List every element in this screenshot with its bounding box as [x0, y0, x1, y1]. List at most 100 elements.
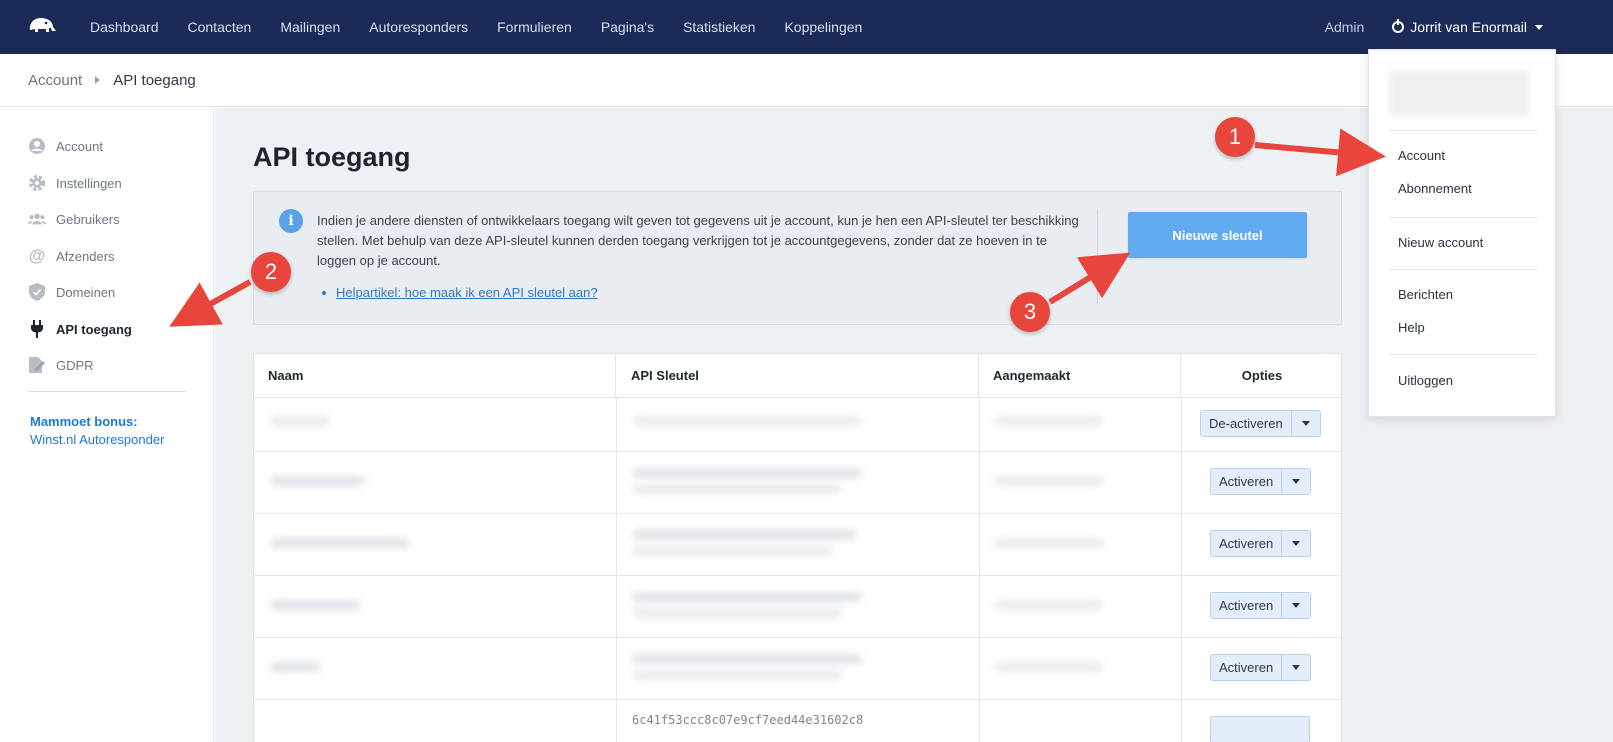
activate-button[interactable]: Activeren: [1211, 593, 1283, 618]
shield-check-icon: [28, 283, 46, 301]
sidebar-item-account[interactable]: Account: [28, 136, 103, 156]
menu-item-uitloggen[interactable]: Uitloggen: [1398, 373, 1453, 388]
top-navigation: Dashboard Contacten Mailingen Autorespon…: [0, 0, 1613, 54]
sidebar-item-api-toegang[interactable]: API toegang: [28, 319, 132, 339]
redacted-key: [632, 416, 862, 426]
sidebar-item-instellingen[interactable]: Instellingen: [28, 173, 122, 193]
sidebar-item-label: Gebruikers: [56, 211, 120, 227]
info-divider: [1097, 210, 1098, 304]
nav-mailingen[interactable]: Mailingen: [280, 19, 340, 35]
annotation-badge-1: 1: [1215, 117, 1255, 157]
redacted-name: [270, 476, 365, 486]
redacted-key: [632, 654, 862, 664]
sidebar-item-label: GDPR: [56, 357, 94, 373]
sidebar-item-label: Afzenders: [56, 248, 115, 264]
annotation-badge-2: 2: [251, 252, 291, 292]
menu-divider: [1389, 130, 1537, 131]
row-divider: [254, 513, 1341, 514]
nav-dashboard[interactable]: Dashboard: [90, 19, 159, 35]
row-divider: [254, 575, 1341, 576]
column-divider: [616, 398, 617, 742]
bonus-link[interactable]: Winst.nl Autoresponder: [30, 432, 164, 447]
sidebar: Account Instellingen Gebruikers @ Afzend…: [0, 108, 214, 742]
menu-item-nieuw-account[interactable]: Nieuw account: [1398, 235, 1483, 250]
redacted-key: [632, 530, 857, 540]
sidebar-item-label: Domeinen: [56, 284, 116, 300]
activate-button[interactable]: Activeren: [1211, 655, 1283, 680]
nav-paginas[interactable]: Pagina's: [601, 19, 654, 35]
help-article-item: Helpartikel: hoe maak ik een API sleutel…: [322, 285, 598, 300]
deactivate-button[interactable]: De-activeren: [1201, 411, 1292, 436]
nav-contacten[interactable]: Contacten: [188, 19, 252, 35]
plug-icon: [28, 320, 46, 338]
sidebar-item-label: Account: [56, 138, 103, 154]
redacted-name: [270, 416, 330, 426]
redacted-key: [632, 592, 862, 602]
page-title: API toegang: [253, 142, 411, 172]
column-header-aangemaakt[interactable]: Aangemaakt: [979, 354, 1181, 398]
users-icon: [28, 210, 46, 228]
info-text: Indien je andere diensten of ontwikkelaa…: [317, 213, 1079, 268]
option-button-group: Activeren: [1210, 468, 1312, 495]
row-divider: [254, 451, 1341, 452]
chevron-down-icon[interactable]: [1282, 469, 1310, 494]
nav-right: Admin Jorrit van Enormail: [1325, 0, 1543, 54]
menu-divider: [1389, 269, 1537, 270]
user-menu[interactable]: Jorrit van Enormail: [1392, 19, 1543, 35]
info-box: i Indien je andere diensten of ontwikkel…: [253, 191, 1342, 325]
redacted-key: [632, 670, 842, 680]
nav-autoresponders[interactable]: Autoresponders: [369, 19, 468, 35]
activate-button[interactable]: Activeren: [1211, 531, 1283, 556]
column-header-api-sleutel[interactable]: API Sleutel: [616, 354, 979, 398]
activate-button[interactable]: Activeren: [1211, 469, 1283, 494]
bonus-title: Mammoet bonus:: [30, 414, 138, 429]
redacted-date: [994, 538, 1104, 548]
menu-item-berichten[interactable]: Berichten: [1398, 287, 1453, 302]
chevron-down-icon[interactable]: [1292, 411, 1320, 436]
nav-formulieren[interactable]: Formulieren: [497, 19, 572, 35]
redacted-user-info: [1389, 70, 1529, 116]
option-button-group: [1210, 716, 1310, 742]
sidebar-item-label: Instellingen: [56, 175, 122, 191]
redacted-key: [632, 468, 862, 478]
redacted-name: [270, 538, 410, 548]
nav-koppelingen[interactable]: Koppelingen: [784, 19, 862, 35]
chevron-down-icon[interactable]: [1282, 655, 1310, 680]
nav-statistieken[interactable]: Statistieken: [683, 19, 755, 35]
option-button-group: Activeren: [1210, 592, 1312, 619]
option-button-group: De-activeren: [1200, 410, 1321, 437]
chevron-down-icon: [1535, 24, 1543, 30]
redacted-name: [270, 600, 360, 610]
redacted-key: [632, 608, 842, 618]
chevron-down-icon[interactable]: [1282, 531, 1310, 556]
document-edit-icon: [28, 356, 46, 374]
sidebar-item-gdpr[interactable]: GDPR: [28, 355, 94, 375]
redacted-key: [632, 484, 842, 494]
menu-item-abonnement[interactable]: Abonnement: [1398, 181, 1472, 196]
breadcrumb-current: API toegang: [113, 71, 196, 89]
api-keys-table: Naam API Sleutel Aangemaakt Opties 6c41f…: [253, 353, 1342, 742]
nav-admin[interactable]: Admin: [1325, 19, 1365, 35]
chevron-down-icon[interactable]: [1282, 593, 1310, 618]
menu-item-help[interactable]: Help: [1398, 320, 1425, 335]
sidebar-item-gebruikers[interactable]: Gebruikers: [28, 209, 120, 229]
new-key-button[interactable]: Nieuwe sleutel: [1128, 212, 1307, 258]
help-article-link[interactable]: Helpartikel: hoe maak ik een API sleutel…: [336, 285, 598, 300]
column-header-opties: Opties: [1181, 354, 1341, 398]
redacted-date: [994, 416, 1104, 426]
row-divider: [254, 637, 1341, 638]
breadcrumb-account[interactable]: Account: [28, 72, 82, 89]
sidebar-item-domeinen[interactable]: Domeinen: [28, 282, 115, 302]
row-divider: [254, 699, 1341, 700]
column-header-naam[interactable]: Naam: [254, 354, 616, 398]
bullet-icon: [322, 290, 326, 295]
info-icon: i: [279, 209, 303, 233]
menu-item-account[interactable]: Account: [1398, 148, 1445, 163]
redacted-date: [994, 662, 1104, 672]
mammoth-logo-icon[interactable]: [26, 14, 72, 40]
option-button-group: Activeren: [1210, 654, 1312, 681]
menu-divider: [1389, 217, 1537, 218]
sidebar-item-afzenders[interactable]: @ Afzenders: [28, 246, 115, 266]
sidebar-item-label: API toegang: [56, 321, 132, 337]
redacted-date: [994, 476, 1104, 486]
